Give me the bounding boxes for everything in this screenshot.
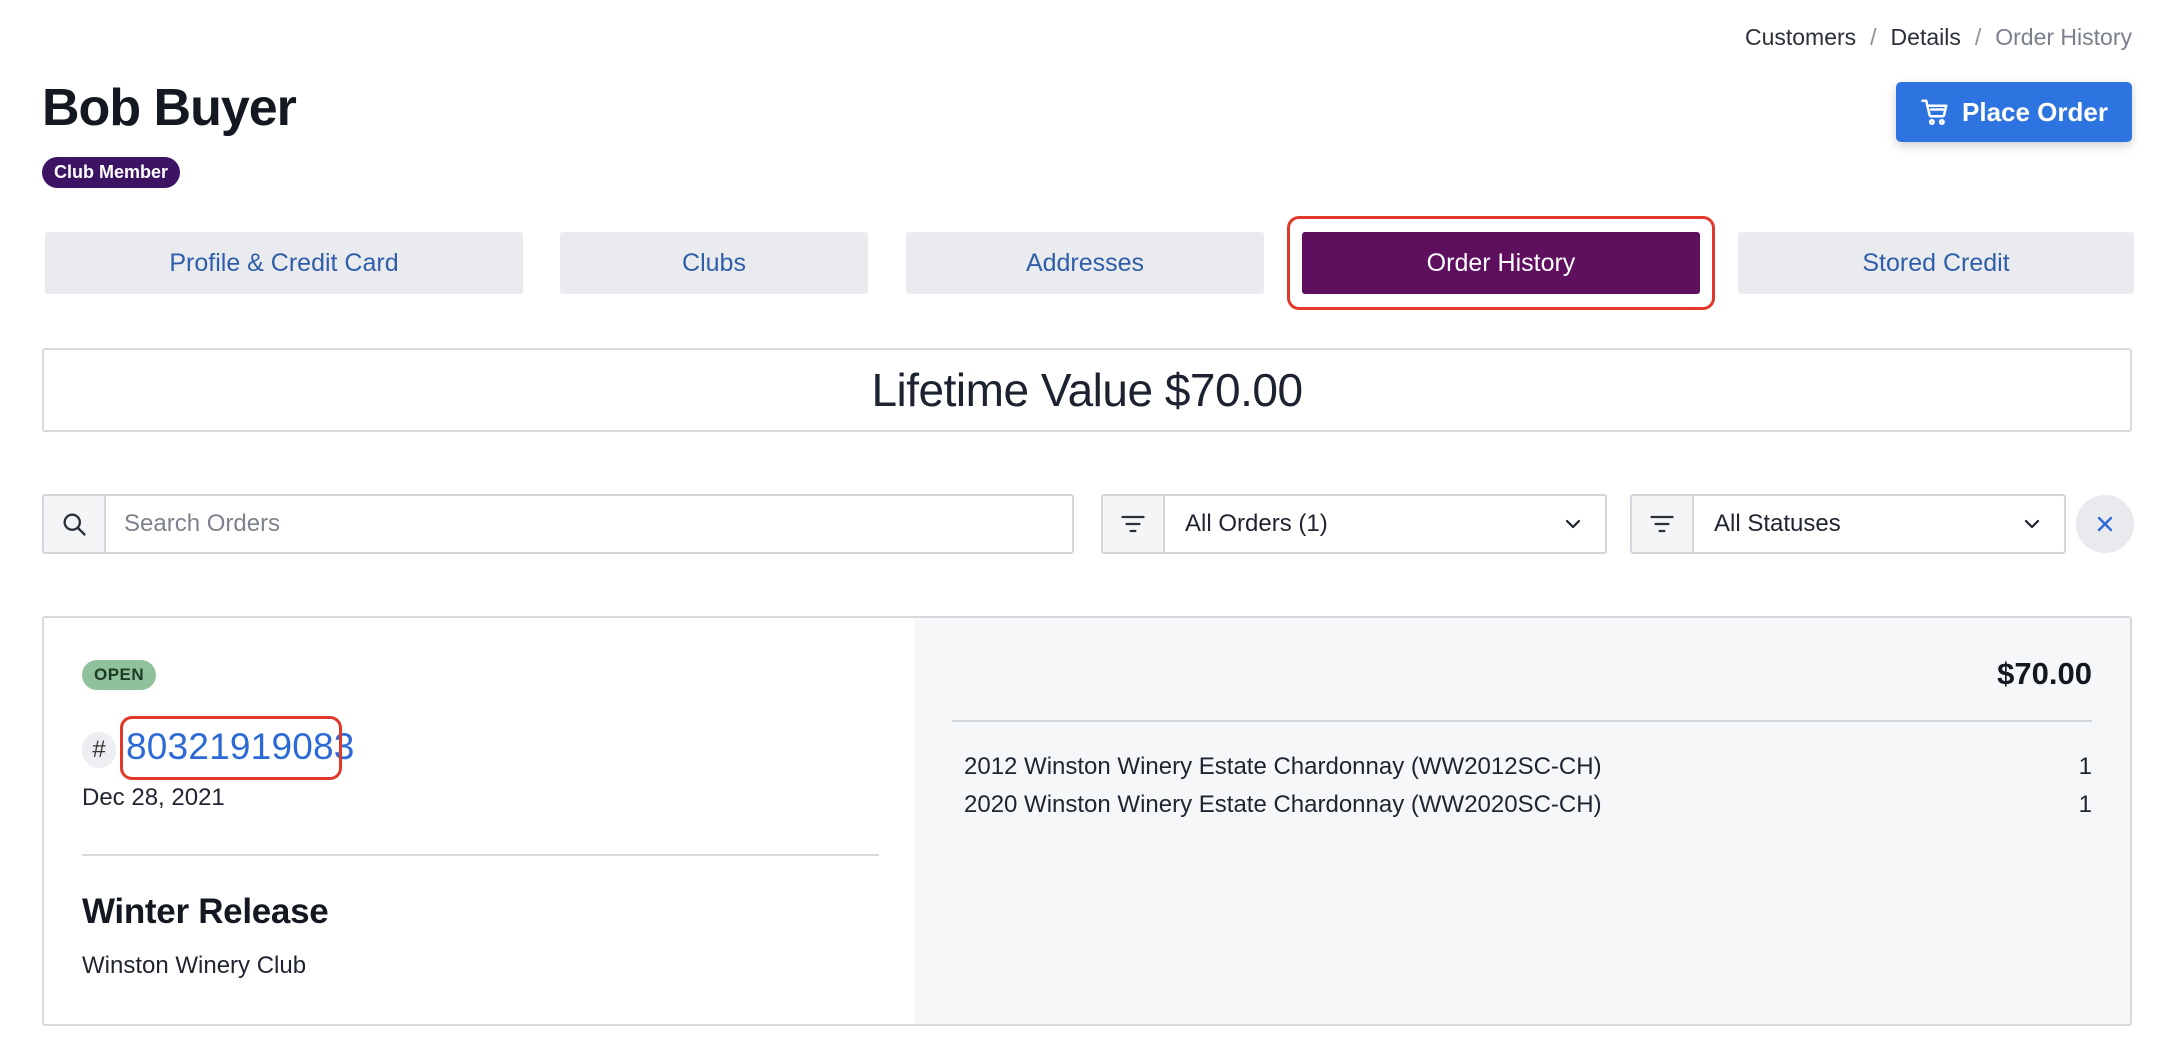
filter-icon [1650,515,1674,533]
filter-addon [1632,496,1694,552]
tab-clubs[interactable]: Clubs [560,232,868,294]
list-item: 2020 Winston Winery Estate Chardonnay (W… [964,786,2092,824]
chevron-down-icon [1565,519,1581,529]
divider [952,720,2092,722]
lifetime-value-panel: Lifetime Value $70.00 [42,348,2132,432]
clear-filters-button[interactable] [2076,495,2134,553]
order-type-filter: All Orders (1) [1101,494,1607,554]
tab-order-history[interactable]: Order History [1302,232,1700,294]
tab-stored-credit[interactable]: Stored Credit [1738,232,2134,294]
line-item-name: 2012 Winston Winery Estate Chardonnay (W… [964,753,1602,780]
line-item-qty: 1 [2078,791,2092,818]
breadcrumb-separator: / [1974,24,1982,50]
status-value: All Statuses [1714,510,1841,537]
cart-icon [1921,99,1948,126]
line-item-qty: 1 [2078,753,2092,780]
list-item: 2012 Winston Winery Estate Chardonnay (W… [964,748,2092,786]
tab-addresses[interactable]: Addresses [906,232,1264,294]
status-filter: All Statuses [1630,494,2066,554]
place-order-button[interactable]: Place Order [1896,82,2132,142]
order-history-page: Customers / Details / Order History Bob … [0,0,2160,1040]
filter-addon [1103,496,1165,552]
place-order-label: Place Order [1962,96,2108,127]
order-total: $70.00 [1997,656,2092,691]
order-summary: OPEN # 80321919083 Dec 28, 2021 Winter R… [44,618,914,1024]
line-item-name: 2020 Winston Winery Estate Chardonnay (W… [964,791,1602,818]
order-type-value: All Orders (1) [1185,510,1328,537]
close-icon [2097,516,2113,532]
search-icon [63,513,86,536]
breadcrumb-details[interactable]: Details [1891,24,1961,51]
lifetime-value-text: Lifetime Value $70.00 [871,364,1303,416]
breadcrumb: Customers / Details / Order History [1745,24,2132,51]
club-member-badge: Club Member [42,157,181,188]
breadcrumb-separator: / [1870,24,1877,50]
line-items: 2012 Winston Winery Estate Chardonnay (W… [964,748,2092,824]
order-date: Dec 28, 2021 [82,784,225,811]
status-badge: OPEN [82,660,157,690]
order-type-select[interactable]: All Orders (1) [1165,496,1605,552]
search-orders-input[interactable] [106,496,1072,552]
order-card: OPEN # 80321919083 Dec 28, 2021 Winter R… [42,616,2132,1026]
order-hash: # [82,732,116,768]
chevron-down-icon [2024,519,2040,529]
breadcrumb-customers[interactable]: Customers [1745,24,1856,51]
breadcrumb-order-history: Order History [1995,24,2132,50]
release-title: Winter Release [82,892,329,931]
status-select[interactable]: All Statuses [1694,496,2064,552]
filter-icon [1121,515,1145,533]
order-number-link[interactable]: 80321919083 [126,726,355,768]
club-name: Winston Winery Club [82,952,307,979]
page-title: Bob Buyer [42,79,297,137]
search-addon [44,496,106,552]
order-details: $70.00 2012 Winston Winery Estate Chardo… [914,618,2130,1024]
search-group [42,494,1074,554]
tab-profile-credit-card[interactable]: Profile & Credit Card [45,232,523,294]
divider [82,854,879,856]
